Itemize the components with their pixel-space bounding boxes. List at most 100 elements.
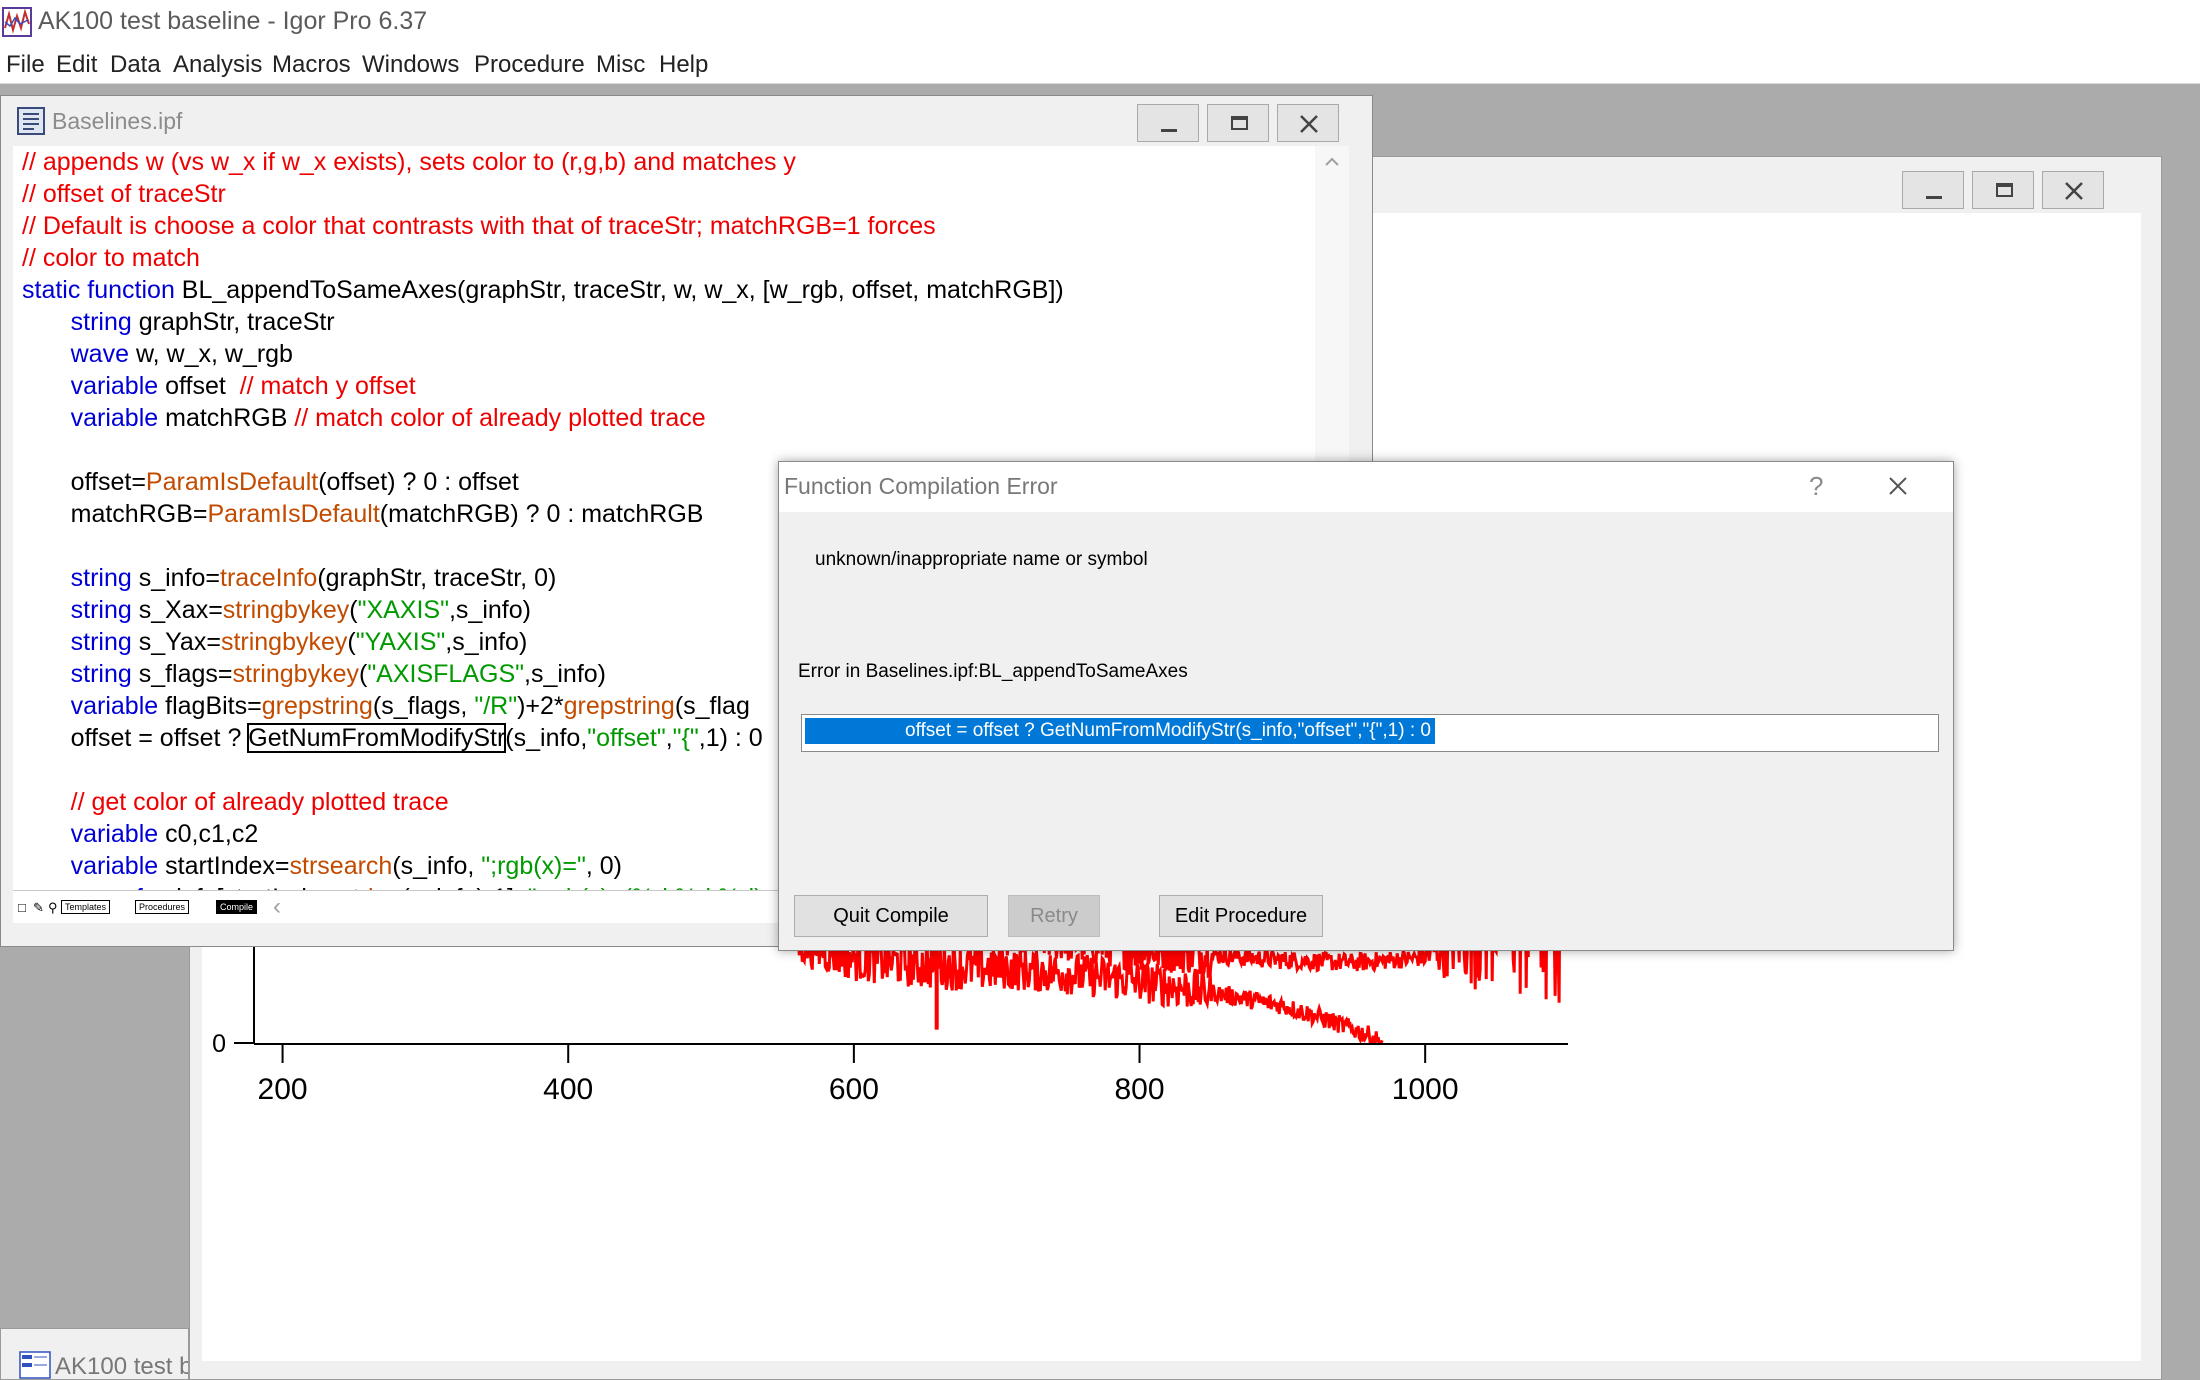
code-line[interactable]: variable c0,c1,c2 xyxy=(22,818,259,850)
code-line[interactable]: static function BL_appendToSameAxes(grap… xyxy=(22,274,1064,306)
code-text: (graphStr, traceStr, 0) xyxy=(317,564,557,592)
code-text: w, w_x, w_rgb xyxy=(129,340,293,368)
menu-procedure[interactable]: Procedure xyxy=(474,51,585,79)
menu-file[interactable]: File xyxy=(6,51,45,79)
code-line[interactable]: // get color of already plotted trace xyxy=(22,786,449,818)
close-icon[interactable] xyxy=(1883,471,1913,501)
menu-misc[interactable]: Misc xyxy=(596,51,645,79)
error-message: unknown/inappropriate name or symbol xyxy=(815,549,1148,570)
graph-close-button[interactable] xyxy=(2042,171,2104,209)
code-line[interactable]: variable flagBits=grepstring(s_flags, "/… xyxy=(22,690,750,722)
code-comment: // match color of already plotted trace xyxy=(294,404,706,432)
code-line[interactable]: // offset of traceStr xyxy=(22,178,226,210)
app-title: AK100 test baseline - Igor Pro 6.37 xyxy=(38,7,428,35)
compile-button[interactable]: Compile xyxy=(216,900,258,914)
code-keyword: variable xyxy=(70,372,159,400)
code-line[interactable]: wave w, w_x, w_rgb xyxy=(22,338,293,370)
x-tick-label: 1000 xyxy=(1392,1073,1459,1106)
code-line[interactable]: variable offset // match y offset xyxy=(22,370,416,402)
menu-analysis[interactable]: Analysis xyxy=(173,51,262,79)
code-text: offset xyxy=(158,372,240,400)
procedure-close-button[interactable] xyxy=(1277,104,1339,142)
compile-error-dialog[interactable]: Function Compilation Error ? unknown/ina… xyxy=(778,461,1954,951)
error-location: Error in Baselines.ipf:BL_appendToSameAx… xyxy=(798,661,1188,682)
code-line[interactable]: string s_flags=stringbykey("AXISFLAGS",s… xyxy=(22,658,606,690)
scroll-up-arrow-icon[interactable] xyxy=(1315,146,1349,176)
templates-menu-button[interactable]: Templates xyxy=(61,900,111,914)
code-keyword: string xyxy=(70,628,132,656)
code-line[interactable]: // color to match xyxy=(22,242,200,274)
y-tick-label: 0 xyxy=(212,1030,226,1058)
code-line[interactable]: string graphStr, traceStr xyxy=(22,306,335,338)
graph-maximize-button[interactable] xyxy=(1972,171,2034,209)
code-func: stringbykey xyxy=(232,660,359,688)
dialog-titlebar[interactable]: Function Compilation Error ? xyxy=(779,462,1953,512)
code-line[interactable]: string s_Yax=stringbykey("YAXIS",s_info) xyxy=(22,626,528,658)
code-string: "{" xyxy=(672,724,699,752)
code-line[interactable]: matchRGB=ParamIsDefault(matchRGB) ? 0 : … xyxy=(22,498,704,530)
graph-minimize-button[interactable] xyxy=(1902,171,1964,209)
code-comment: // offset of traceStr xyxy=(22,180,226,208)
procedure-maximize-button[interactable] xyxy=(1207,104,1269,142)
igor-app-icon xyxy=(2,7,32,37)
code-func: stringbykey xyxy=(220,628,348,656)
code-text: graphStr, traceStr xyxy=(131,308,335,336)
code-text: ,s_info) xyxy=(445,628,528,656)
code-comment: // color to match xyxy=(22,244,200,272)
code-keyword: variable xyxy=(70,692,159,720)
minimize-icon xyxy=(1161,129,1177,132)
quit-compile-button[interactable]: Quit Compile xyxy=(794,895,988,937)
procedure-window-titlebar[interactable]: Baselines.ipf xyxy=(1,96,1372,146)
code-line[interactable]: string s_info=traceInfo(graphStr, traceS… xyxy=(22,562,557,594)
code-keyword: wave xyxy=(70,340,129,368)
menu-windows[interactable]: Windows xyxy=(362,51,459,79)
code-comment: // get color of already plotted trace xyxy=(70,788,449,816)
procedures-menu-button[interactable]: Procedures xyxy=(135,900,190,914)
code-line[interactable]: // Default is choose a color that contra… xyxy=(22,210,936,242)
code-keyword: variable xyxy=(70,820,159,848)
code-keyword: string xyxy=(70,564,132,592)
code-string: "/R" xyxy=(474,692,518,720)
code-line[interactable]: variable matchRGB // match color of alre… xyxy=(22,402,706,434)
error-line-field[interactable]: offset = offset ? GetNumFromModifyStr(s_… xyxy=(801,714,1939,752)
procedure-minimize-button[interactable] xyxy=(1137,104,1199,142)
code-keyword: variable xyxy=(70,852,159,880)
pencil-icon[interactable]: ✎ xyxy=(33,900,44,916)
code-line[interactable]: offset=ParamIsDefault(offset) ? 0 : offs… xyxy=(22,466,519,498)
code-keyword: string xyxy=(70,596,132,624)
code-text: ,s_info) xyxy=(524,660,606,688)
document-icon[interactable]: □ xyxy=(18,900,26,915)
help-icon[interactable]: ? xyxy=(1809,471,1823,502)
code-text: (s_info, xyxy=(392,852,482,880)
code-line[interactable]: // appends w (vs w_x if w_x exists), set… xyxy=(22,146,796,178)
minimized-graph-window[interactable]: AK100 test baseline xyxy=(0,1328,189,1380)
edit-procedure-button[interactable]: Edit Procedure xyxy=(1159,895,1323,937)
code-text: offset = offset ? xyxy=(22,724,249,752)
magnifier-icon[interactable]: ⚲ xyxy=(48,900,58,916)
code-text: )+2* xyxy=(517,692,564,720)
x-tick-label: 200 xyxy=(258,1073,308,1106)
code-text: ( xyxy=(349,596,358,624)
menu-help[interactable]: Help xyxy=(659,51,708,79)
procedure-window-title: Baselines.ipf xyxy=(52,108,183,134)
menu-edit[interactable]: Edit xyxy=(56,51,97,79)
code-line[interactable]: variable startIndex=strsearch(s_info, ";… xyxy=(22,850,622,882)
code-text: , 0) xyxy=(585,852,622,880)
code-text: ,s_info) xyxy=(448,596,531,624)
scroll-left-arrow-icon[interactable]: ‹ xyxy=(273,893,281,921)
code-line[interactable]: string s_Xax=stringbykey("XAXIS",s_info) xyxy=(22,594,531,626)
code-line[interactable]: offset = offset ? GetNumFromModifyStr(s_… xyxy=(22,722,763,754)
code-line[interactable]: sscanf s_info[startIndex,strlen(s_info)-… xyxy=(22,882,763,890)
retry-button[interactable]: Retry xyxy=(1008,895,1100,937)
menu-macros[interactable]: Macros xyxy=(272,51,351,79)
code-text: , xyxy=(665,724,673,752)
menu-data[interactable]: Data xyxy=(110,51,161,79)
code-func: stringbykey xyxy=(222,596,350,624)
